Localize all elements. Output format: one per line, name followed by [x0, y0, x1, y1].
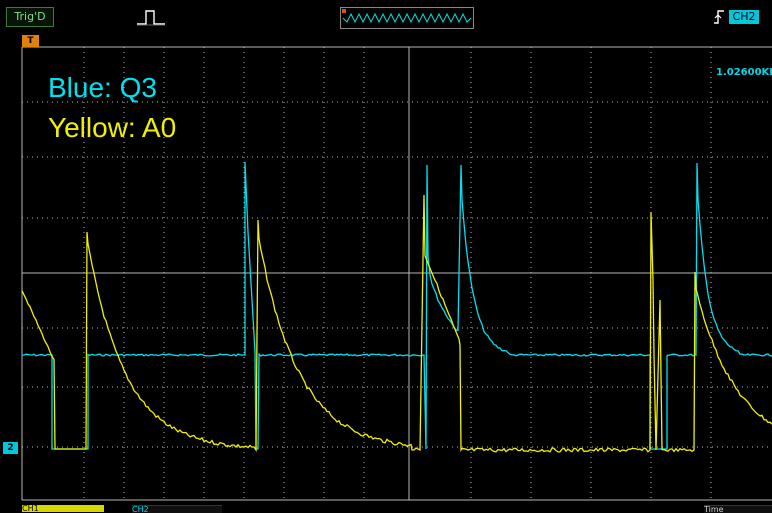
legend-yellow-label: Yellow: A0 — [48, 112, 177, 143]
frequency-readout: 1.02600KHz — [716, 67, 772, 78]
ch1-scale-label[interactable]: CH1 — [22, 505, 104, 512]
bottom-status-bar — [0, 503, 772, 512]
channel2-level-marker[interactable]: 2 — [3, 442, 18, 454]
yellow-trace-a0 — [21, 194, 772, 453]
trigger-position-marker[interactable]: T — [22, 35, 39, 47]
legend-blue-label: Blue: Q3 — [48, 72, 157, 103]
